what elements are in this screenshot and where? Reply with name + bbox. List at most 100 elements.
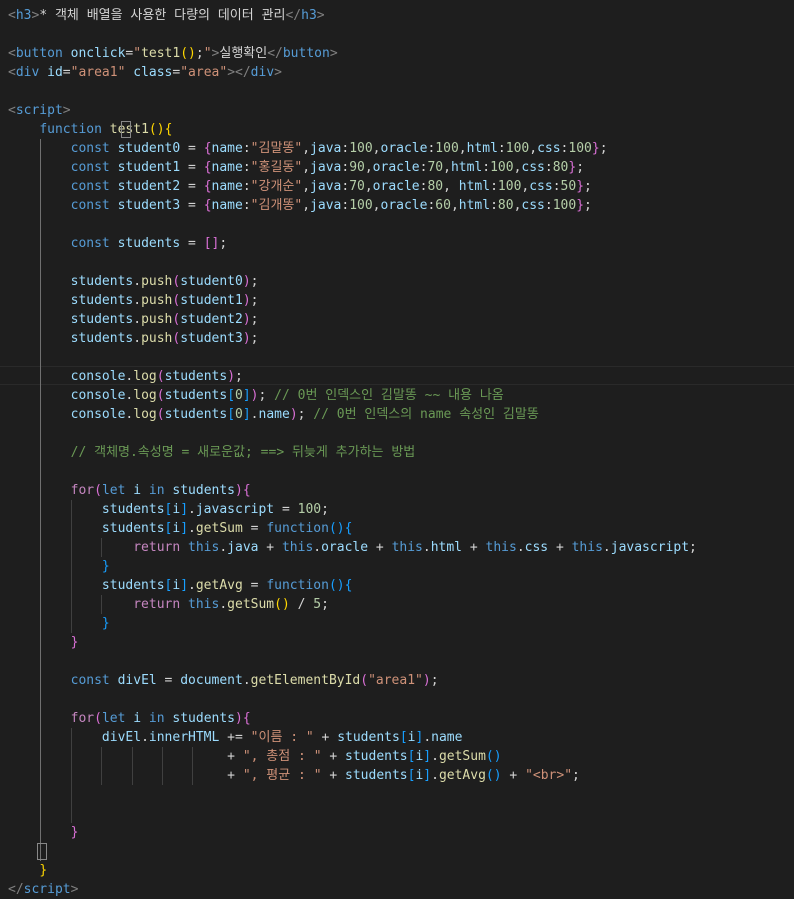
code-line[interactable]: const students = []; xyxy=(0,234,794,253)
code-line[interactable] xyxy=(0,348,794,367)
code-line[interactable]: const divEl = document.getElementById("a… xyxy=(0,671,794,690)
code-line[interactable]: const student1 = {name:"홍길동",java:90,ora… xyxy=(0,158,794,177)
code-line[interactable]: </script> xyxy=(0,880,794,899)
code-line[interactable]: <button onclick="test1();">실행확인</button> xyxy=(0,44,794,63)
code-token: = xyxy=(242,521,267,536)
code-token: { xyxy=(203,179,212,194)
code-text: students.push(student1); xyxy=(8,291,259,310)
code-token: java xyxy=(310,160,342,175)
code-token: ( xyxy=(94,711,102,726)
indent-guide xyxy=(40,139,42,861)
code-line[interactable]: + ", 평균 : " + students[i].getAvg() + "<b… xyxy=(0,766,794,785)
code-token: const xyxy=(70,198,110,213)
code-token: , xyxy=(458,141,467,156)
code-line[interactable]: students.push(student1); xyxy=(0,291,794,310)
code-line[interactable]: for(let i in students){ xyxy=(0,481,794,500)
code-token: students xyxy=(172,483,236,498)
code-token: ; xyxy=(250,331,259,346)
code-line[interactable]: return this.getSum() / 5; xyxy=(0,595,794,614)
code-line[interactable]: console.log(students[0].name); // 0번 인덱스… xyxy=(0,405,794,424)
code-token: : xyxy=(544,160,553,175)
code-line[interactable]: console.log(students); xyxy=(0,367,794,386)
code-token: push xyxy=(141,293,173,308)
code-line[interactable]: return this.java + this.oracle + this.ht… xyxy=(0,538,794,557)
code-token: 0 xyxy=(235,388,243,403)
code-token: > xyxy=(62,103,71,118)
code-token: ) xyxy=(227,369,236,384)
code-token: student2 xyxy=(117,179,181,194)
code-token: console xyxy=(70,369,126,384)
code-text: console.log(students[0].name); // 0번 인덱스… xyxy=(8,405,539,424)
code-line[interactable]: function test1(){ xyxy=(0,120,794,139)
code-line[interactable] xyxy=(0,424,794,443)
code-token: button xyxy=(15,46,63,61)
code-token: students xyxy=(101,502,165,517)
code-line[interactable] xyxy=(0,253,794,272)
code-token: < xyxy=(8,8,16,23)
code-token: { xyxy=(203,160,212,175)
code-token: 80 xyxy=(552,160,569,175)
code-token: student0 xyxy=(117,141,181,156)
code-token: ) xyxy=(242,274,251,289)
code-line[interactable]: } xyxy=(0,823,794,842)
code-line[interactable]: } xyxy=(0,614,794,633)
code-line[interactable]: console.log(students[0]); // 0번 인덱스인 김말똥… xyxy=(0,386,794,405)
indent-guide xyxy=(101,595,103,614)
code-token: : xyxy=(242,198,251,213)
code-line[interactable]: students.push(student3); xyxy=(0,329,794,348)
indent-guide xyxy=(70,500,72,633)
code-token: . xyxy=(141,730,149,745)
code-token: ] xyxy=(180,578,189,593)
code-line[interactable]: <div id="area1" class="area"></div> xyxy=(0,63,794,82)
code-line[interactable]: const student2 = {name:"강개순",java:70,ora… xyxy=(0,177,794,196)
code-line[interactable] xyxy=(0,690,794,709)
code-token: 실행확인 xyxy=(219,46,268,61)
code-line[interactable]: + ", 총점 : " + students[i].getSum() xyxy=(0,747,794,766)
code-line[interactable]: students[i].getSum = function(){ xyxy=(0,519,794,538)
code-token: . xyxy=(250,407,259,422)
code-line[interactable]: const student3 = {name:"김개똥",java:100,or… xyxy=(0,196,794,215)
code-line[interactable]: students.push(student0); xyxy=(0,272,794,291)
code-line[interactable]: students[i].getAvg = function(){ xyxy=(0,576,794,595)
code-line[interactable]: const student0 = {name:"김말똥",java:100,or… xyxy=(0,139,794,158)
code-token: getAvg xyxy=(195,578,243,593)
code-token: in xyxy=(148,711,165,726)
code-line[interactable]: <script> xyxy=(0,101,794,120)
code-line[interactable]: for(let i in students){ xyxy=(0,709,794,728)
code-editor[interactable]: <h3>* 객체 배열을 사용한 다량의 데이터 관리</h3> <button … xyxy=(0,0,794,897)
code-line[interactable]: } xyxy=(0,861,794,880)
code-line[interactable]: students.push(student2); xyxy=(0,310,794,329)
code-token: 100 xyxy=(297,502,322,517)
code-token: 100 xyxy=(552,198,577,213)
code-token: ; xyxy=(235,369,243,384)
code-line[interactable] xyxy=(0,25,794,44)
code-line[interactable] xyxy=(0,842,794,861)
code-line[interactable] xyxy=(0,462,794,481)
code-line[interactable]: students[i].javascript = 100; xyxy=(0,500,794,519)
code-line[interactable] xyxy=(0,652,794,671)
code-line[interactable] xyxy=(0,215,794,234)
code-token: 100 xyxy=(505,141,530,156)
code-token: function xyxy=(39,122,102,137)
code-line[interactable]: <h3>* 객체 배열을 사용한 다량의 데이터 관리</h3> xyxy=(0,6,794,25)
code-line[interactable] xyxy=(0,804,794,823)
code-line[interactable]: divEl.innerHTML += "이름 : " + students[i]… xyxy=(0,728,794,747)
code-token: : xyxy=(242,160,251,175)
code-line[interactable]: } xyxy=(0,633,794,652)
code-token: () xyxy=(148,122,165,137)
code-token: css xyxy=(521,198,545,213)
code-token: ; xyxy=(584,179,592,194)
code-token: = xyxy=(180,160,204,175)
code-token: ( xyxy=(156,369,165,384)
code-line[interactable] xyxy=(0,82,794,101)
code-line[interactable]: } xyxy=(0,557,794,576)
code-token: const xyxy=(70,673,110,688)
code-line[interactable]: // 객체명.속성명 = 새로운값; ==> 뒤늦게 추가하는 방법 xyxy=(0,443,794,462)
code-token: students xyxy=(164,369,228,384)
code-line[interactable] xyxy=(0,785,794,804)
